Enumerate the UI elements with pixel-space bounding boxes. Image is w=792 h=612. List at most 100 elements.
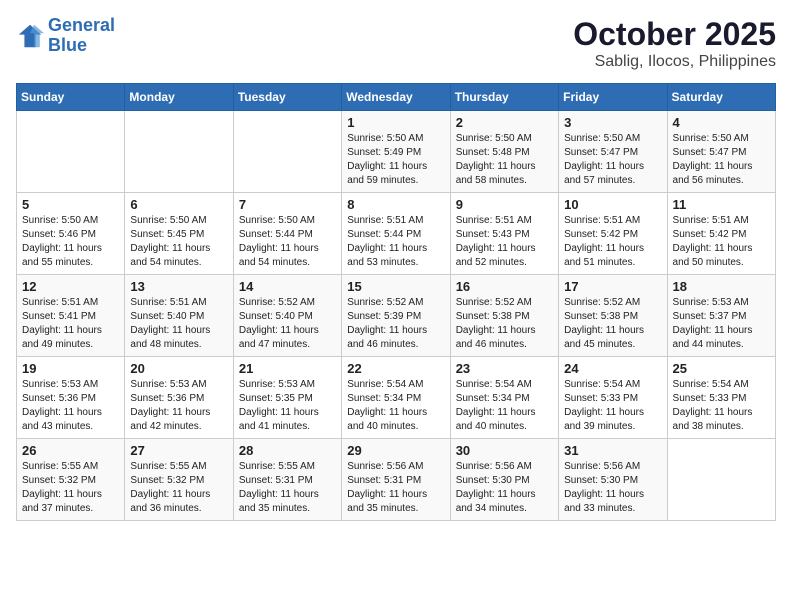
day-header-sunday: Sunday (17, 84, 125, 111)
day-number: 11 (673, 197, 770, 212)
location-title: Sablig, Ilocos, Philippines (573, 53, 776, 71)
day-info: Sunrise: 5:56 AM Sunset: 5:31 PM Dayligh… (347, 460, 444, 516)
day-number: 7 (239, 197, 336, 212)
day-info: Sunrise: 5:50 AM Sunset: 5:47 PM Dayligh… (564, 132, 661, 188)
calendar-cell: 18 Sunrise: 5:53 AM Sunset: 5:37 PM Dayl… (667, 275, 775, 357)
day-info: Sunrise: 5:50 AM Sunset: 5:45 PM Dayligh… (130, 214, 227, 270)
logo-icon (16, 22, 44, 50)
day-number: 21 (239, 361, 336, 376)
day-number: 31 (564, 443, 661, 458)
calendar-cell: 12 Sunrise: 5:51 AM Sunset: 5:41 PM Dayl… (17, 275, 125, 357)
title-area: October 2025 Sablig, Ilocos, Philippines (573, 16, 776, 71)
day-number: 29 (347, 443, 444, 458)
header: General Blue October 2025 Sablig, Ilocos… (16, 16, 776, 71)
day-number: 9 (456, 197, 553, 212)
calendar-cell: 25 Sunrise: 5:54 AM Sunset: 5:33 PM Dayl… (667, 357, 775, 439)
calendar-cell: 6 Sunrise: 5:50 AM Sunset: 5:45 PM Dayli… (125, 193, 233, 275)
day-number: 14 (239, 279, 336, 294)
calendar-cell: 31 Sunrise: 5:56 AM Sunset: 5:30 PM Dayl… (559, 439, 667, 521)
calendar-cell: 27 Sunrise: 5:55 AM Sunset: 5:32 PM Dayl… (125, 439, 233, 521)
day-info: Sunrise: 5:55 AM Sunset: 5:32 PM Dayligh… (22, 460, 119, 516)
calendar-cell: 8 Sunrise: 5:51 AM Sunset: 5:44 PM Dayli… (342, 193, 450, 275)
calendar-cell: 4 Sunrise: 5:50 AM Sunset: 5:47 PM Dayli… (667, 111, 775, 193)
day-number: 27 (130, 443, 227, 458)
calendar-table: SundayMondayTuesdayWednesdayThursdayFrid… (16, 83, 776, 521)
day-info: Sunrise: 5:51 AM Sunset: 5:42 PM Dayligh… (673, 214, 770, 270)
calendar-cell: 1 Sunrise: 5:50 AM Sunset: 5:49 PM Dayli… (342, 111, 450, 193)
day-number: 13 (130, 279, 227, 294)
day-info: Sunrise: 5:52 AM Sunset: 5:39 PM Dayligh… (347, 296, 444, 352)
day-number: 30 (456, 443, 553, 458)
day-number: 2 (456, 115, 553, 130)
logo-line2: Blue (48, 35, 87, 55)
day-info: Sunrise: 5:51 AM Sunset: 5:40 PM Dayligh… (130, 296, 227, 352)
calendar-cell: 28 Sunrise: 5:55 AM Sunset: 5:31 PM Dayl… (233, 439, 341, 521)
day-header-saturday: Saturday (667, 84, 775, 111)
day-info: Sunrise: 5:50 AM Sunset: 5:48 PM Dayligh… (456, 132, 553, 188)
day-number: 22 (347, 361, 444, 376)
calendar-cell: 10 Sunrise: 5:51 AM Sunset: 5:42 PM Dayl… (559, 193, 667, 275)
calendar-cell: 22 Sunrise: 5:54 AM Sunset: 5:34 PM Dayl… (342, 357, 450, 439)
day-number: 23 (456, 361, 553, 376)
calendar-cell: 5 Sunrise: 5:50 AM Sunset: 5:46 PM Dayli… (17, 193, 125, 275)
day-info: Sunrise: 5:53 AM Sunset: 5:36 PM Dayligh… (22, 378, 119, 434)
calendar-cell: 29 Sunrise: 5:56 AM Sunset: 5:31 PM Dayl… (342, 439, 450, 521)
calendar-cell: 30 Sunrise: 5:56 AM Sunset: 5:30 PM Dayl… (450, 439, 558, 521)
day-number: 1 (347, 115, 444, 130)
day-number: 4 (673, 115, 770, 130)
calendar-cell: 16 Sunrise: 5:52 AM Sunset: 5:38 PM Dayl… (450, 275, 558, 357)
calendar-week-row: 26 Sunrise: 5:55 AM Sunset: 5:32 PM Dayl… (17, 439, 776, 521)
calendar-cell: 15 Sunrise: 5:52 AM Sunset: 5:39 PM Dayl… (342, 275, 450, 357)
calendar-cell (125, 111, 233, 193)
calendar-week-row: 19 Sunrise: 5:53 AM Sunset: 5:36 PM Dayl… (17, 357, 776, 439)
calendar-cell: 20 Sunrise: 5:53 AM Sunset: 5:36 PM Dayl… (125, 357, 233, 439)
day-info: Sunrise: 5:53 AM Sunset: 5:37 PM Dayligh… (673, 296, 770, 352)
day-number: 25 (673, 361, 770, 376)
day-info: Sunrise: 5:50 AM Sunset: 5:44 PM Dayligh… (239, 214, 336, 270)
day-info: Sunrise: 5:54 AM Sunset: 5:34 PM Dayligh… (347, 378, 444, 434)
calendar-cell: 21 Sunrise: 5:53 AM Sunset: 5:35 PM Dayl… (233, 357, 341, 439)
day-number: 6 (130, 197, 227, 212)
calendar-cell: 3 Sunrise: 5:50 AM Sunset: 5:47 PM Dayli… (559, 111, 667, 193)
day-number: 12 (22, 279, 119, 294)
day-number: 10 (564, 197, 661, 212)
day-info: Sunrise: 5:51 AM Sunset: 5:41 PM Dayligh… (22, 296, 119, 352)
day-info: Sunrise: 5:54 AM Sunset: 5:34 PM Dayligh… (456, 378, 553, 434)
day-info: Sunrise: 5:53 AM Sunset: 5:36 PM Dayligh… (130, 378, 227, 434)
day-info: Sunrise: 5:53 AM Sunset: 5:35 PM Dayligh… (239, 378, 336, 434)
logo-line1: General (48, 15, 115, 35)
calendar-cell (667, 439, 775, 521)
day-info: Sunrise: 5:51 AM Sunset: 5:43 PM Dayligh… (456, 214, 553, 270)
day-info: Sunrise: 5:52 AM Sunset: 5:40 PM Dayligh… (239, 296, 336, 352)
calendar-cell (17, 111, 125, 193)
day-number: 8 (347, 197, 444, 212)
calendar-week-row: 5 Sunrise: 5:50 AM Sunset: 5:46 PM Dayli… (17, 193, 776, 275)
calendar-cell (233, 111, 341, 193)
day-info: Sunrise: 5:55 AM Sunset: 5:32 PM Dayligh… (130, 460, 227, 516)
day-info: Sunrise: 5:55 AM Sunset: 5:31 PM Dayligh… (239, 460, 336, 516)
day-info: Sunrise: 5:50 AM Sunset: 5:49 PM Dayligh… (347, 132, 444, 188)
day-info: Sunrise: 5:54 AM Sunset: 5:33 PM Dayligh… (564, 378, 661, 434)
day-info: Sunrise: 5:56 AM Sunset: 5:30 PM Dayligh… (456, 460, 553, 516)
day-number: 15 (347, 279, 444, 294)
day-header-monday: Monday (125, 84, 233, 111)
day-info: Sunrise: 5:51 AM Sunset: 5:42 PM Dayligh… (564, 214, 661, 270)
day-number: 26 (22, 443, 119, 458)
calendar-cell: 14 Sunrise: 5:52 AM Sunset: 5:40 PM Dayl… (233, 275, 341, 357)
day-number: 17 (564, 279, 661, 294)
day-header-thursday: Thursday (450, 84, 558, 111)
day-number: 16 (456, 279, 553, 294)
month-title: October 2025 (573, 16, 776, 53)
calendar-cell: 7 Sunrise: 5:50 AM Sunset: 5:44 PM Dayli… (233, 193, 341, 275)
day-info: Sunrise: 5:51 AM Sunset: 5:44 PM Dayligh… (347, 214, 444, 270)
days-header-row: SundayMondayTuesdayWednesdayThursdayFrid… (17, 84, 776, 111)
day-number: 28 (239, 443, 336, 458)
day-header-tuesday: Tuesday (233, 84, 341, 111)
day-number: 24 (564, 361, 661, 376)
calendar-cell: 19 Sunrise: 5:53 AM Sunset: 5:36 PM Dayl… (17, 357, 125, 439)
logo: General Blue (16, 16, 115, 56)
day-info: Sunrise: 5:52 AM Sunset: 5:38 PM Dayligh… (456, 296, 553, 352)
calendar-week-row: 1 Sunrise: 5:50 AM Sunset: 5:49 PM Dayli… (17, 111, 776, 193)
day-number: 5 (22, 197, 119, 212)
calendar-cell: 17 Sunrise: 5:52 AM Sunset: 5:38 PM Dayl… (559, 275, 667, 357)
